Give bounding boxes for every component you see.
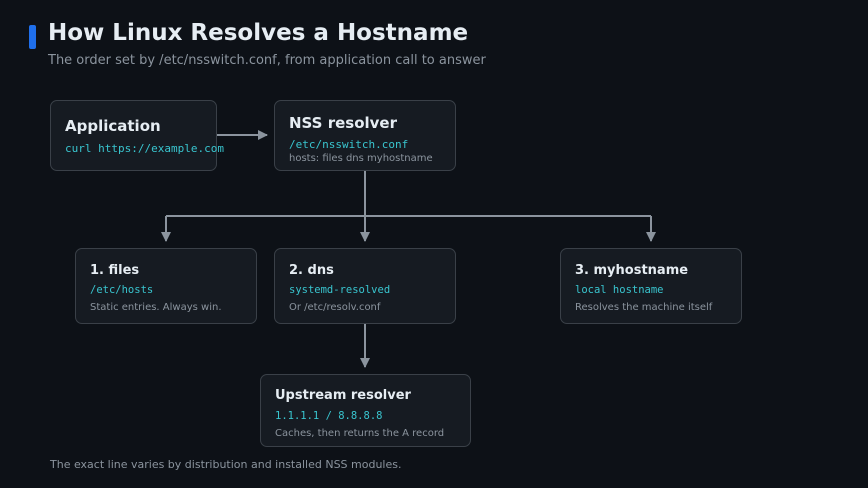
diagram-canvas: How Linux Resolves a Hostname The order … xyxy=(0,0,868,488)
footer-note: The exact line varies by distribution an… xyxy=(50,458,402,471)
myhostname-node-title: 3. myhostname xyxy=(575,263,689,278)
nss-resolver-node: NSS resolver /etc/nsswitch.conf hosts: f… xyxy=(274,100,456,171)
files-node-path: /etc/hosts xyxy=(90,284,154,296)
files-node-description: Static entries. Always win. xyxy=(90,302,222,313)
myhostname-node-description: Resolves the machine itself xyxy=(575,302,713,313)
files-node-title: 1. files xyxy=(90,263,140,278)
upstream-resolver-node: Upstream resolver 1.1.1.1 / 8.8.8.8 Cach… xyxy=(260,374,471,447)
application-node-command: curl https://example.com xyxy=(65,142,224,155)
application-node: Application curl https://example.com xyxy=(50,100,224,171)
nss-resolver-node-config: /etc/nsswitch.conf xyxy=(289,138,409,151)
upstream-resolver-node-description: Caches, then returns the A record xyxy=(275,428,445,439)
nss-resolver-node-title: NSS resolver xyxy=(289,114,398,132)
myhostname-node-source: local hostname xyxy=(575,284,664,296)
upstream-resolver-node-title: Upstream resolver xyxy=(275,388,411,403)
files-node: 1. files /etc/hosts Static entries. Alwa… xyxy=(75,248,257,324)
upstream-resolver-node-addresses: 1.1.1.1 / 8.8.8.8 xyxy=(275,410,383,422)
dns-node-description: Or /etc/resolv.conf xyxy=(289,302,381,313)
application-node-title: Application xyxy=(65,117,161,135)
nss-resolver-node-hosts-line: hosts: files dns myhostname xyxy=(289,153,433,164)
dns-node-title: 2. dns xyxy=(289,263,334,278)
dns-node: 2. dns systemd-resolved Or /etc/resolv.c… xyxy=(274,248,456,324)
dns-node-service: systemd-resolved xyxy=(289,284,391,296)
myhostname-node: 3. myhostname local hostname Resolves th… xyxy=(560,248,742,324)
